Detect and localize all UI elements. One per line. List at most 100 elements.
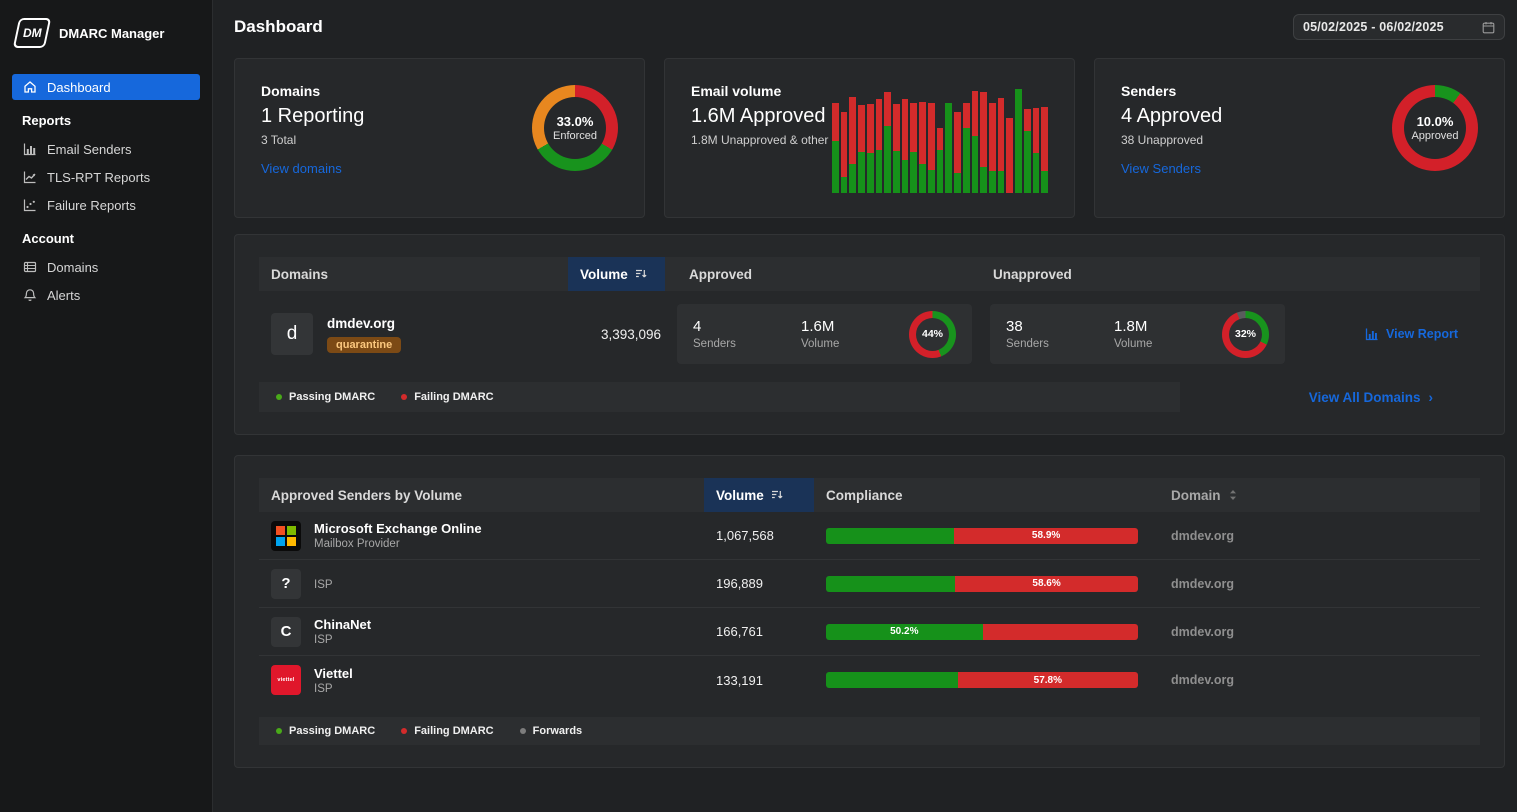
- column-header-unapproved: Unapproved: [981, 257, 1480, 291]
- app-logo: DM DMARC Manager: [12, 14, 200, 48]
- green-dot-icon: [276, 728, 282, 734]
- volume-bar: [841, 84, 848, 193]
- unapproved-stats-box: 38 Senders 1.8M Volume 32%: [990, 304, 1285, 364]
- volume-bar: [1041, 84, 1048, 193]
- chinanet-avatar: C: [271, 617, 301, 647]
- view-domains-link[interactable]: View domains: [261, 161, 342, 176]
- column-header-domain[interactable]: Domain: [1159, 478, 1480, 512]
- view-report-link[interactable]: View Report: [1365, 327, 1458, 341]
- donut-label: Approved: [1411, 130, 1458, 142]
- scatter-chart-icon: [22, 198, 38, 212]
- sender-type: ISP: [314, 683, 353, 695]
- sender-domain: dmdev.org: [1159, 577, 1480, 591]
- donut-value: 10.0%: [1417, 114, 1454, 129]
- approved-stats-box: 4 Senders 1.6M Volume 44%: [677, 304, 972, 364]
- enforced-donut: 33.0% Enforced: [532, 85, 618, 171]
- sender-type: Mailbox Provider: [314, 538, 482, 550]
- card-headline: 1 Reporting: [261, 105, 364, 128]
- sidebar-item-email-senders[interactable]: Email Senders: [12, 136, 200, 162]
- domain-name: dmdev.org: [327, 316, 401, 331]
- domain-volume: 3,393,096: [568, 327, 665, 342]
- approved-senders-donut: 10.0% Approved: [1392, 85, 1478, 171]
- volume-bar: [998, 84, 1005, 193]
- domains-legend-row: Passing DMARC Failing DMARC View All Dom…: [259, 382, 1480, 412]
- sender-volume: 166,761: [704, 624, 814, 639]
- unapproved-pct-donut: 32%: [1222, 311, 1269, 358]
- sender-domain: dmdev.org: [1159, 529, 1480, 543]
- volume-bar: [1006, 84, 1013, 193]
- sender-type: ISP: [314, 634, 371, 646]
- legend-failing-dmarc: Failing DMARC: [401, 725, 493, 737]
- approved-senders-label: Senders: [693, 338, 801, 350]
- card-title: Senders: [1121, 83, 1222, 99]
- view-senders-link[interactable]: View Senders: [1121, 161, 1201, 176]
- volume-bar: [989, 84, 996, 193]
- report-chart-icon: [1365, 327, 1379, 341]
- view-all-domains-link[interactable]: View All Domains ›: [1309, 390, 1433, 405]
- logo-icon: DM: [13, 18, 51, 48]
- domain-avatar: d: [271, 313, 313, 355]
- unapproved-volume-count: 1.8M: [1114, 318, 1222, 335]
- gray-dot-icon: [520, 728, 526, 734]
- senders-table-header: Approved Senders by Volume Volume Compli…: [259, 478, 1480, 512]
- sidebar-item-domains[interactable]: Domains: [12, 254, 200, 280]
- approved-volume-label: Volume: [801, 338, 909, 350]
- unapproved-senders-count: 38: [1006, 318, 1114, 335]
- volume-bar: [1024, 84, 1031, 193]
- donut-value: 44%: [922, 328, 943, 340]
- sidebar-item-alerts[interactable]: Alerts: [12, 282, 200, 308]
- sender-row[interactable]: Microsoft Exchange Online Mailbox Provid…: [259, 512, 1480, 560]
- sidebar-item-label: Dashboard: [47, 80, 111, 95]
- sidebar-item-label: TLS-RPT Reports: [47, 170, 150, 185]
- domains-panel: Domains Volume Approved Unapproved d dmd…: [234, 234, 1505, 435]
- sender-name: Microsoft Exchange Online: [314, 521, 482, 536]
- email-volume-chart: [832, 84, 1048, 193]
- column-header-approved-senders: Approved Senders by Volume: [259, 478, 704, 512]
- column-header-volume[interactable]: Volume: [704, 478, 814, 512]
- volume-bar: [1033, 84, 1040, 193]
- volume-bar: [876, 84, 883, 193]
- sender-type: ISP: [314, 579, 333, 591]
- compliance-bar: 50.2%: [826, 624, 1138, 640]
- sender-row[interactable]: viettel Viettel ISP 133,191 57.8% dmdev.…: [259, 656, 1480, 704]
- domain-row[interactable]: d dmdev.org quarantine 3,393,096 4 Sende…: [259, 304, 1480, 364]
- page-title: Dashboard: [234, 17, 323, 37]
- domains-card: Domains 1 Reporting 3 Total View domains…: [234, 58, 645, 218]
- microsoft-logo: [271, 521, 301, 551]
- legend-forwards: Forwards: [520, 725, 583, 737]
- sidebar-item-failure-reports[interactable]: Failure Reports: [12, 192, 200, 218]
- sender-volume: 196,889: [704, 576, 814, 591]
- sender-name: ChinaNet: [314, 617, 371, 632]
- sender-row[interactable]: C ChinaNet ISP 166,761 50.2% dmdev.org: [259, 608, 1480, 656]
- sender-row[interactable]: ? ISP 196,889 58.6% dmdev.org: [259, 560, 1480, 608]
- viettel-logo: viettel: [271, 665, 301, 695]
- card-subtext: 38 Unapproved: [1121, 133, 1222, 147]
- volume-bar: [980, 84, 987, 193]
- legend-failing-dmarc: Failing DMARC: [401, 391, 493, 403]
- column-header-approved: Approved: [677, 257, 981, 291]
- topbar: Dashboard 05/02/2025 - 06/02/2025: [234, 14, 1505, 40]
- donut-label: Enforced: [553, 130, 597, 142]
- sidebar-section-reports: Reports: [12, 113, 200, 128]
- volume-bar: [928, 84, 935, 193]
- table-icon: [22, 260, 38, 274]
- legend-passing-dmarc: Passing DMARC: [276, 725, 375, 737]
- sidebar-item-tls-rpt-reports[interactable]: TLS-RPT Reports: [12, 164, 200, 190]
- sidebar-item-label: Failure Reports: [47, 198, 136, 213]
- red-dot-icon: [401, 394, 407, 400]
- card-subtext: 1.8M Unapproved & other: [691, 133, 828, 147]
- volume-bar: [884, 84, 891, 193]
- volume-bar: [945, 84, 952, 193]
- red-dot-icon: [401, 728, 407, 734]
- column-header-volume[interactable]: Volume: [568, 257, 665, 291]
- volume-bar: [902, 84, 909, 193]
- sender-volume: 1,067,568: [704, 528, 814, 543]
- volume-bar: [972, 84, 979, 193]
- bar-chart-icon: [22, 142, 38, 156]
- card-headline: 4 Approved: [1121, 105, 1222, 128]
- date-range-picker[interactable]: 05/02/2025 - 06/02/2025: [1293, 14, 1505, 40]
- volume-bar: [963, 84, 970, 193]
- approved-senders-count: 4: [693, 318, 801, 335]
- calendar-icon: [1482, 21, 1495, 34]
- sidebar-item-dashboard[interactable]: Dashboard: [12, 74, 200, 100]
